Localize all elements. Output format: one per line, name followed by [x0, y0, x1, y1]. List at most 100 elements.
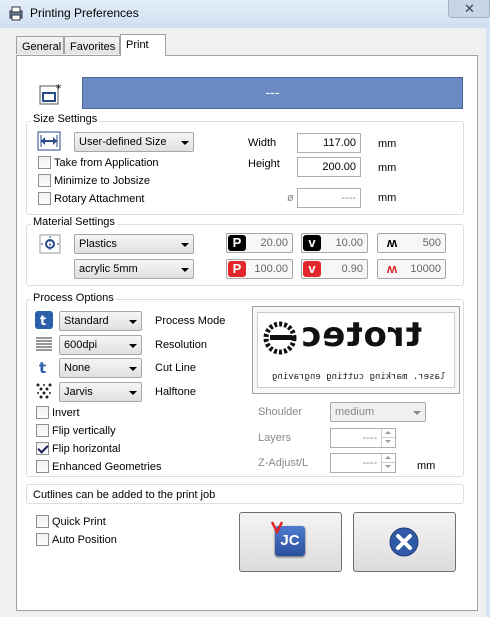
minimize-label: Minimize to Jobsize [54, 175, 150, 187]
z-adjust-label: Z-Adjust/L [258, 457, 309, 469]
layers-value: ---- [362, 432, 377, 444]
flip-horizontal-checkbox[interactable] [36, 442, 49, 455]
tab-favorites-label: Favorites [70, 41, 116, 53]
close-window-button[interactable]: ✕ [448, 0, 490, 18]
red-check-mark [270, 521, 284, 534]
stepper-up-icon[interactable] [381, 454, 395, 463]
width-label: Width [248, 137, 277, 149]
take-from-app-label: Take from Application [54, 157, 159, 169]
tab-general[interactable]: General [16, 36, 64, 54]
resolution-label: Resolution [155, 339, 207, 351]
take-from-app-checkbox[interactable] [38, 156, 51, 169]
trotec-logo-mark [263, 321, 297, 355]
cut-velocity-field[interactable]: v 0.90 [301, 259, 368, 279]
power-field[interactable]: P 20.00 [226, 233, 293, 253]
process-mode-label: Process Mode [155, 315, 226, 327]
material-value: Plastics [79, 238, 117, 250]
layers-stepper[interactable]: ---- [330, 428, 396, 448]
window-title: Printing Preferences [30, 6, 139, 20]
material-select[interactable]: Plastics [74, 234, 194, 254]
height-unit: mm [378, 162, 397, 174]
width-unit: mm [378, 138, 397, 150]
enhanced-geometries-checkbox[interactable] [36, 460, 49, 473]
z-adjust-stepper[interactable]: ---- [330, 453, 396, 473]
submaterial-value: acrylic 5mm [79, 263, 138, 275]
minimize-checkbox[interactable] [38, 174, 51, 187]
z-adjust-value: ---- [362, 457, 377, 469]
shoulder-value: medium [335, 406, 375, 418]
rotary-label: Rotary Attachment [54, 193, 145, 205]
close-icon: ✕ [464, 1, 475, 16]
cut-frequency-value: 10000 [410, 263, 441, 275]
material-database-icon[interactable] [38, 233, 62, 255]
flip-vertically-checkbox[interactable] [36, 424, 49, 437]
resize-arrows-icon [37, 131, 61, 151]
quick-print-label: Quick Print [52, 516, 106, 528]
resolution-value: 600dpi [64, 339, 98, 351]
resolution-select[interactable]: 600dpi [59, 335, 142, 355]
cut-line-label: Cut Line [155, 362, 196, 374]
tab-print-label: Print [126, 39, 149, 51]
cut-line-select[interactable]: None [59, 358, 142, 378]
material-settings-title: Material Settings [31, 216, 117, 228]
shoulder-select[interactable]: medium [330, 402, 426, 422]
chevron-down-icon [129, 344, 137, 348]
cancel-icon [389, 527, 419, 557]
velocity-icon: v [303, 235, 321, 251]
halftone-value: Jarvis [64, 386, 93, 398]
stepper-down-icon[interactable] [381, 463, 395, 472]
quick-print-checkbox[interactable] [36, 515, 49, 528]
flip-vertically-label: Flip vertically [52, 425, 116, 437]
tab-print[interactable]: Print [120, 34, 166, 56]
chevron-down-icon [129, 391, 137, 395]
cut-power-value: 100.00 [254, 263, 288, 275]
chevron-down-icon [129, 320, 137, 324]
cut-velocity-icon: v [303, 261, 321, 277]
height-label: Height [248, 158, 280, 170]
height-input[interactable]: 200.00 [297, 157, 361, 177]
z-adjust-unit: mm [417, 460, 436, 472]
cut-line-icon: t [39, 359, 46, 376]
invert-checkbox[interactable] [36, 406, 49, 419]
stepper-down-icon[interactable] [381, 438, 395, 447]
power-value: 20.00 [260, 237, 288, 249]
process-options-title: Process Options [31, 292, 116, 304]
info-message: Cutlines can be added to the print job [26, 484, 464, 504]
velocity-value: 10.00 [335, 237, 363, 249]
submaterial-select[interactable]: acrylic 5mm [74, 259, 194, 279]
frequency-value: 500 [422, 237, 441, 249]
rotary-checkbox[interactable] [38, 192, 51, 205]
save-job-icon[interactable]: * [39, 83, 61, 105]
cut-frequency-field[interactable]: ʍ 10000 [377, 259, 446, 279]
size-settings-title: Size Settings [31, 113, 100, 125]
frequency-field[interactable]: ʍ 500 [377, 233, 446, 253]
auto-position-label: Auto Position [52, 534, 117, 546]
shoulder-label: Shoulder [258, 406, 303, 418]
width-input[interactable]: 117.00 [297, 133, 361, 153]
chevron-down-icon [413, 411, 421, 415]
svg-text:t: t [39, 359, 46, 376]
cut-frequency-icon: ʍ [386, 261, 398, 276]
layers-label: Layers [258, 432, 292, 444]
cut-line-value: None [64, 362, 91, 374]
cut-power-field[interactable]: P 100.00 [226, 259, 293, 279]
frequency-icon: ʍ [386, 235, 398, 250]
diameter-input[interactable]: ---- [297, 188, 361, 208]
chevron-down-icon [129, 367, 137, 371]
velocity-field[interactable]: v 10.00 [301, 233, 368, 253]
cut-power-icon: P [228, 261, 246, 277]
printer-app-icon [9, 6, 23, 21]
process-mode-value: Standard [64, 315, 109, 327]
job-name-bar[interactable]: --- [82, 77, 463, 109]
svg-text:*: * [56, 83, 61, 95]
size-mode-select[interactable]: User-defined Size [74, 132, 194, 152]
halftone-select[interactable]: Jarvis [59, 382, 142, 402]
tab-general-label: General [22, 41, 62, 53]
cut-velocity-value: 0.90 [341, 263, 363, 275]
auto-position-checkbox[interactable] [36, 533, 49, 546]
process-mode-select[interactable]: Standard [59, 311, 142, 331]
preview-logo-text: trotec [300, 315, 422, 355]
diameter-icon: ø [287, 192, 294, 204]
tab-favorites[interactable]: Favorites [64, 36, 120, 54]
stepper-up-icon[interactable] [381, 429, 395, 438]
